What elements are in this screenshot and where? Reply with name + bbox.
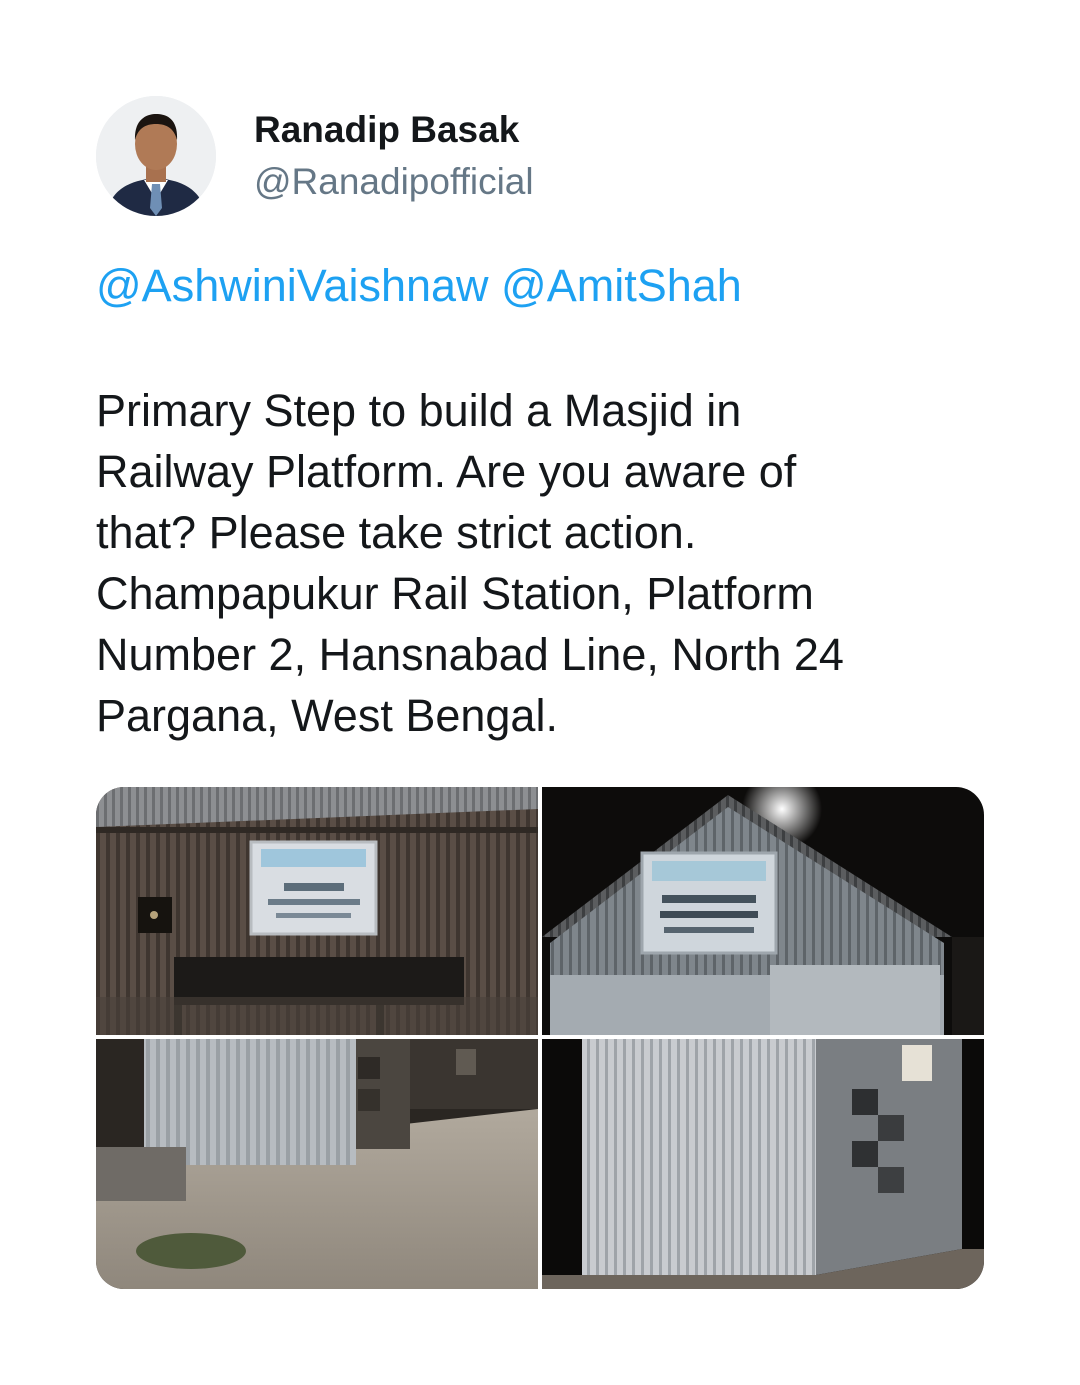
tweet-text-line: that? Please take strict action. bbox=[96, 507, 697, 558]
user-handle[interactable]: @Ranadipofficial bbox=[254, 160, 534, 204]
tweet-text-line: Pargana, West Bengal. bbox=[96, 690, 558, 741]
tweet-text: Primary Step to build a Masjid in Railwa… bbox=[96, 380, 996, 746]
avatar[interactable] bbox=[96, 96, 216, 216]
tweet-text-line: Champapukur Rail Station, Platform bbox=[96, 568, 814, 619]
tweet-text-line: Number 2, Hansnabad Line, North 24 bbox=[96, 629, 844, 680]
tweet-text-line: Railway Platform. Are you aware of bbox=[96, 446, 797, 497]
photo-shed-night-roof[interactable] bbox=[542, 787, 984, 1035]
tweet-card: Ranadip Basak @Ranadipofficial @AshwiniV… bbox=[0, 0, 1080, 1385]
photo-shed-front-signboard[interactable] bbox=[96, 787, 538, 1035]
photo-shed-platform-side[interactable] bbox=[96, 1039, 538, 1289]
display-name[interactable]: Ranadip Basak bbox=[254, 108, 519, 152]
profile-photo-icon bbox=[96, 96, 216, 216]
mention-link[interactable]: @AmitShah bbox=[501, 260, 742, 311]
mentions: @AshwiniVaishnaw @AmitShah bbox=[96, 258, 742, 314]
photo-shed-corner-night[interactable] bbox=[542, 1039, 984, 1289]
tweet-text-line: Primary Step to build a Masjid in bbox=[96, 385, 742, 436]
mention-link[interactable]: @AshwiniVaishnaw bbox=[96, 260, 489, 311]
media-grid bbox=[96, 787, 984, 1289]
